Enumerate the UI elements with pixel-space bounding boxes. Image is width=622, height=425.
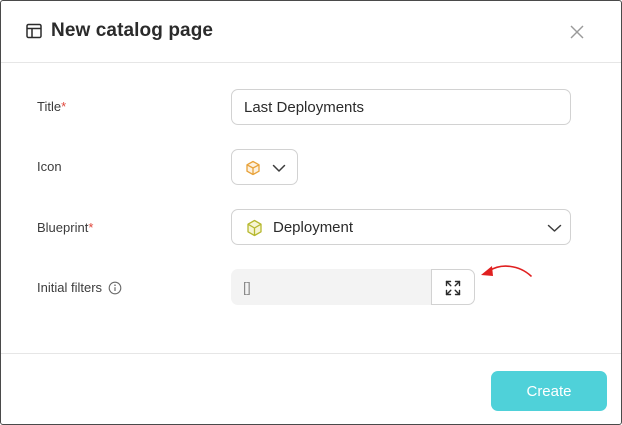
close-icon[interactable] <box>568 23 586 41</box>
expand-icon <box>445 280 461 296</box>
initial-filters-label: Initial filters <box>37 280 122 295</box>
initial-filters-value: [] <box>243 279 251 295</box>
table-icon <box>26 23 42 39</box>
cube-icon <box>247 219 262 237</box>
icon-select[interactable] <box>231 149 298 185</box>
title-label: Title* <box>37 99 67 114</box>
chevron-down-icon <box>547 224 562 232</box>
icon-label: Icon <box>37 159 62 174</box>
info-icon[interactable] <box>108 281 122 295</box>
annotation-arrow <box>481 265 532 277</box>
blueprint-label: Blueprint* <box>37 220 94 235</box>
title-input[interactable] <box>231 89 571 125</box>
footer-divider <box>1 353 621 354</box>
new-catalog-page-dialog: New catalog page Title* Icon Blueprint* … <box>0 0 622 425</box>
chevron-down-icon <box>272 164 286 172</box>
required-mark: * <box>61 99 67 114</box>
required-mark: * <box>88 220 94 235</box>
blueprint-value: Deployment <box>273 219 354 236</box>
expand-button[interactable] <box>431 269 475 305</box>
create-button[interactable]: Create <box>491 371 607 411</box>
dialog-title: New catalog page <box>51 20 214 41</box>
dialog-header: New catalog page <box>1 1 621 63</box>
blueprint-select[interactable]: Deployment <box>231 209 571 245</box>
cube-icon <box>246 160 260 176</box>
